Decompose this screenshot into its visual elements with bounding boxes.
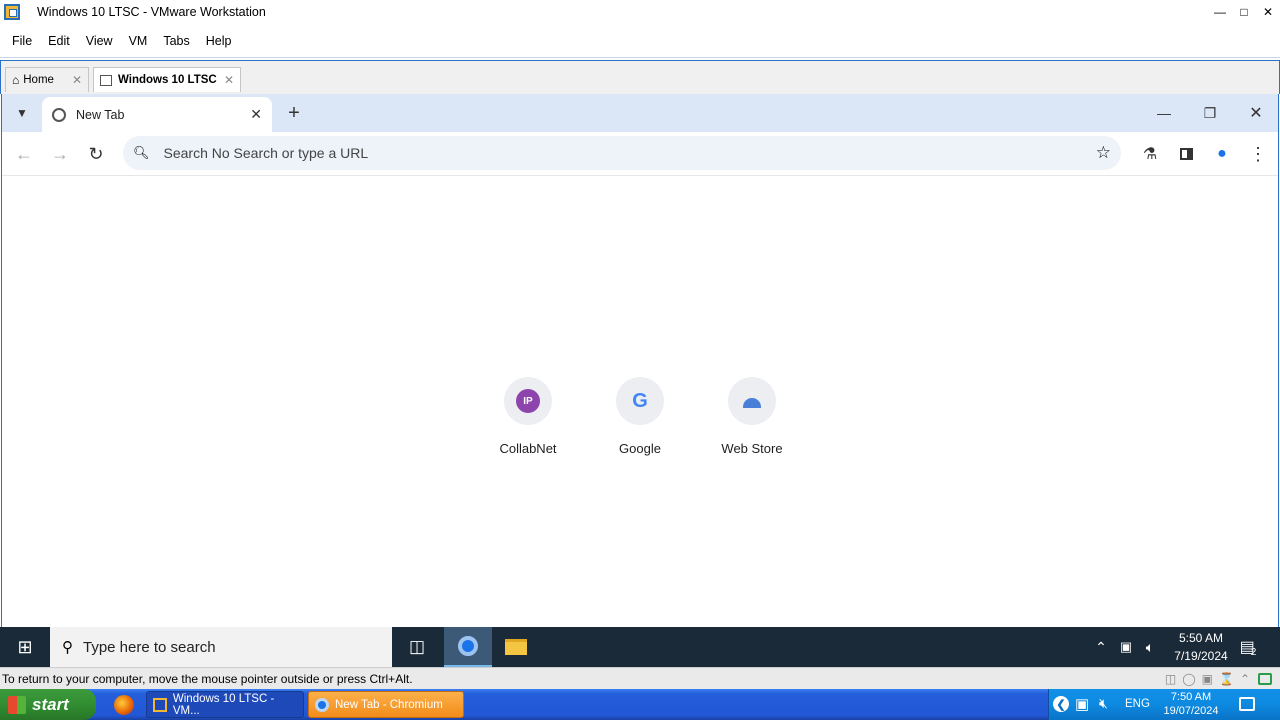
minimize-button[interactable]: —	[1208, 0, 1232, 24]
new-tab-plus-icon[interactable]: +	[282, 102, 306, 124]
device-icons: ◫◯▣⌛⌃	[1164, 671, 1256, 686]
vmware-menu-bar: File Edit View VM Tabs Help	[0, 24, 1280, 58]
volume-icon[interactable]: 🔈︎	[1138, 627, 1162, 667]
vmware-task-icon	[153, 697, 167, 712]
shortcut-label: Web Store	[721, 441, 783, 456]
xp-task-chromium[interactable]: New Tab - Chromium	[308, 691, 464, 718]
xp-volume-muted-icon[interactable]: 🔇︎	[1099, 695, 1108, 712]
win10-search-box[interactable]: ⚲ Type here to search	[50, 627, 392, 667]
vm-icon	[100, 74, 112, 86]
xp-time: 7:50 AM	[1170, 691, 1212, 703]
notification-count: 2	[1250, 646, 1257, 658]
xp-clock[interactable]: 7:50 AM 19/07/2024	[1155, 689, 1227, 720]
search-icon: ⚲	[62, 639, 73, 656]
shortcut-web-store[interactable]: Web Store	[704, 377, 800, 456]
tab-home-label: Home	[23, 74, 54, 86]
tab-windows10[interactable]: Windows 10 LTSC ✕	[93, 67, 241, 92]
google-logo-icon: G	[632, 389, 648, 412]
close-tab-windows10-icon[interactable]: ✕	[224, 73, 234, 87]
chromium-tab-bar: ▼ New Tab ✕ + — ❐ ✕	[2, 94, 1278, 132]
reload-icon[interactable]: ↻	[84, 142, 108, 166]
chromium-close-button[interactable]: ✕	[1244, 102, 1268, 124]
vmware-tab-strip: ⌂ Home ✕ Windows 10 LTSC ✕	[0, 60, 1280, 94]
window-title: Windows 10 LTSC - VMware Workstation	[37, 5, 266, 19]
chromium-tab-newtab[interactable]: New Tab ✕	[42, 97, 272, 132]
web-store-icon	[743, 398, 761, 408]
shortcut-label: CollabNet	[499, 441, 557, 456]
menu-vm[interactable]: VM	[129, 34, 148, 48]
menu-help[interactable]: Help	[206, 34, 232, 48]
shortcut-google[interactable]: G Google	[592, 377, 688, 456]
network-icon[interactable]: ▣	[1114, 627, 1138, 667]
chromium-task-icon	[315, 697, 329, 712]
omnibox[interactable]: 🔍︎ Search No Search or type a URL ☆	[123, 136, 1121, 170]
menu-tabs[interactable]: Tabs	[163, 34, 189, 48]
shortcut-collabnet[interactable]: IP CollabNet	[480, 377, 576, 456]
shortcut-label: Google	[619, 441, 661, 456]
windows-flag-icon	[8, 695, 26, 714]
task-view-icon[interactable]: ◫	[393, 627, 441, 667]
maximize-button[interactable]: □	[1232, 0, 1256, 24]
xp-taskbar: start Windows 10 LTSC - VM... New Tab - …	[0, 689, 1280, 720]
xp-task-label: New Tab - Chromium	[335, 698, 443, 711]
win10-clock[interactable]: 5:50 AM 7/19/2024	[1170, 629, 1232, 665]
win10-time: 5:50 AM	[1178, 631, 1224, 645]
search-icon: 🔍︎	[133, 145, 150, 160]
message-icon[interactable]	[1258, 672, 1272, 685]
tray-chevron-up-icon[interactable]: ⌃	[1088, 627, 1114, 667]
xp-network-icon[interactable]: ▣	[1075, 695, 1089, 713]
close-tab-home-icon[interactable]: ✕	[72, 73, 82, 87]
chromium-minimize-button[interactable]: —	[1152, 102, 1176, 124]
xp-system-tray: ❮ ▣ 🔇︎ ENG 7:50 AM 19/07/2024	[1048, 689, 1280, 720]
chromium-tab-label: New Tab	[76, 107, 125, 122]
menu-view[interactable]: View	[86, 34, 113, 48]
vmware-logo-icon	[4, 4, 20, 20]
xp-start-label: start	[32, 694, 69, 714]
xp-notification-icon[interactable]	[1239, 697, 1255, 711]
menu-edit[interactable]: Edit	[48, 34, 70, 48]
tab-search-chevron-down-icon[interactable]: ▼	[10, 102, 34, 124]
chromium-window: ▼ New Tab ✕ + — ❐ ✕ ← → ↻ 🔍︎ Search No S…	[1, 94, 1279, 627]
collabnet-badge-icon: IP	[516, 389, 540, 413]
action-center-icon[interactable]: ▤ 2	[1232, 627, 1264, 667]
chromium-toolbar: ← → ↻ 🔍︎ Search No Search or type a URL …	[2, 132, 1278, 176]
forward-arrow-icon[interactable]: →	[48, 142, 72, 166]
bookmark-star-icon[interactable]: ☆	[1096, 143, 1111, 163]
vmware-status-bar: To return to your computer, move the mou…	[0, 667, 1280, 689]
labs-flask-icon[interactable]: ⚗	[1138, 142, 1162, 166]
tray-back-icon[interactable]: ❮	[1053, 696, 1069, 712]
xp-lang[interactable]: ENG	[1125, 698, 1150, 710]
xp-start-button[interactable]: start	[0, 689, 96, 720]
close-tab-icon[interactable]: ✕	[250, 106, 262, 123]
file-explorer-icon[interactable]	[492, 627, 540, 667]
close-button[interactable]: ✕	[1256, 0, 1280, 24]
chromium-taskbar-icon[interactable]	[444, 627, 492, 667]
vmware-status-text: To return to your computer, move the mou…	[2, 671, 413, 686]
more-menu-icon[interactable]: ⋮	[1246, 142, 1270, 166]
vmware-title-bar: Windows 10 LTSC - VMware Workstation — □…	[0, 0, 1280, 24]
chromium-restore-button[interactable]: ❐	[1198, 102, 1222, 124]
xp-task-vmware[interactable]: Windows 10 LTSC - VM...	[146, 691, 304, 718]
win10-taskbar: ⊞ ⚲ Type here to search ◫ ⌃ ▣ 🔈︎ 5:50 AM…	[0, 627, 1280, 667]
xp-task-label: Windows 10 LTSC - VM...	[172, 692, 275, 717]
globe-icon	[52, 107, 66, 122]
home-icon: ⌂	[12, 73, 20, 87]
firefox-icon[interactable]	[114, 695, 134, 715]
tab-home[interactable]: ⌂ Home ✕	[5, 67, 89, 92]
win10-search-input[interactable]: Type here to search	[83, 639, 216, 656]
win10-date: 7/19/2024	[1174, 649, 1228, 663]
omnibox-input[interactable]: Search No Search or type a URL	[164, 145, 369, 161]
windows-start-icon[interactable]: ⊞	[0, 627, 50, 667]
menu-file[interactable]: File	[12, 34, 32, 48]
xp-date: 19/07/2024	[1163, 705, 1219, 717]
side-panel-icon[interactable]	[1174, 142, 1198, 166]
tab-windows10-label: Windows 10 LTSC	[118, 74, 217, 86]
profile-avatar-icon[interactable]: ●	[1210, 142, 1234, 166]
back-arrow-icon[interactable]: ←	[12, 142, 36, 166]
